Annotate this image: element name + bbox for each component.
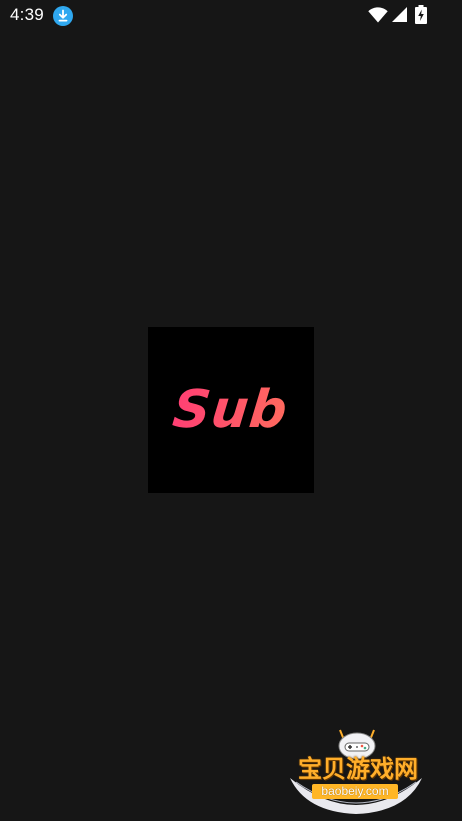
splash-screen: 4:39 Sub 宝贝游戏网 baobeiy.com: [0, 0, 462, 821]
status-time: 4:39: [10, 5, 44, 24]
watermark: 宝贝游戏网 baobeiy.com: [282, 724, 432, 818]
watermark-title: 宝贝游戏网: [298, 755, 418, 783]
status-bar: 4:39: [0, 0, 462, 32]
download-icon: [53, 6, 73, 26]
watermark-domain: baobeiy.com: [312, 784, 398, 799]
wifi-icon: [368, 7, 388, 23]
signal-icon: [392, 7, 407, 22]
battery-charging-icon: [415, 5, 427, 24]
app-logo: Sub: [148, 327, 314, 493]
app-logo-text: Sub: [169, 380, 291, 440]
